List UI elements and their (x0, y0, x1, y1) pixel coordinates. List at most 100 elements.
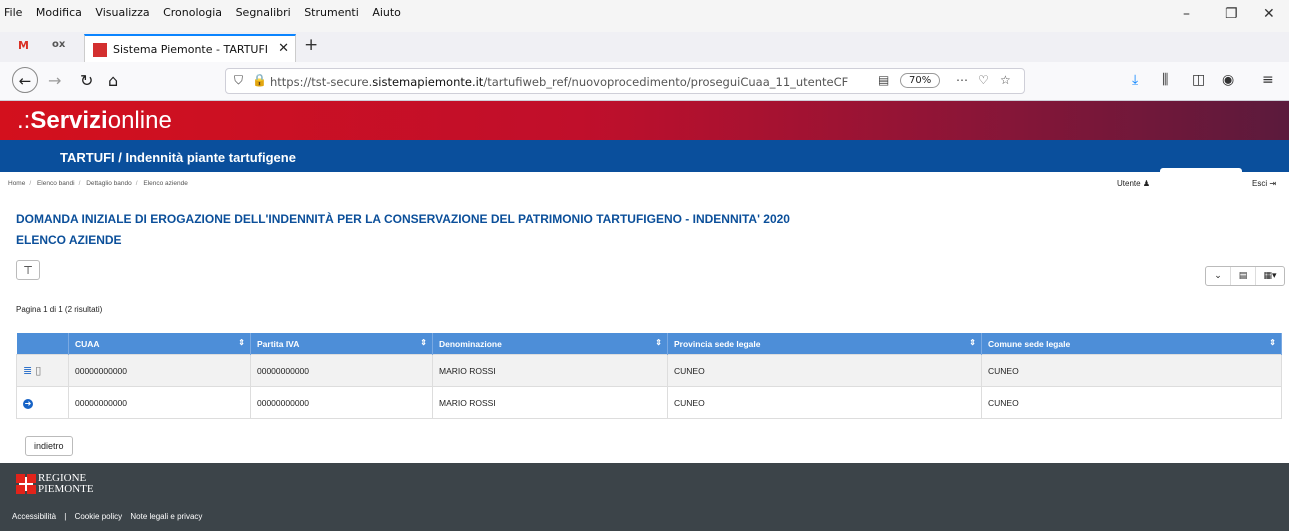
home-icon[interactable]: ⌂ (108, 71, 118, 90)
regione-piemonte-logo-icon[interactable] (16, 474, 36, 494)
servizi-online-logo[interactable]: .:Servizionline (17, 107, 172, 135)
menu-segnalibri[interactable]: Segnalibri (236, 6, 291, 19)
site-favicon-icon (93, 43, 107, 57)
close-window-icon[interactable]: ✕ (1263, 6, 1275, 22)
library-icon[interactable]: ⫼ (1162, 72, 1168, 88)
cell-comune: CUNEO (981, 386, 1282, 419)
reload-icon[interactable]: ↻ (80, 71, 93, 90)
page-subtitle: ELENCO AZIENDE (16, 233, 122, 247)
sidebar-icon[interactable]: ◫ (1192, 72, 1205, 88)
ox-pinned-tab[interactable]: ox (52, 39, 65, 50)
breadcrumb-elenco-bandi[interactable]: Elenco bandi (37, 180, 75, 187)
cell-cuaa: 00000000000 (68, 386, 251, 419)
breadcrumb-home[interactable]: Home (8, 180, 25, 187)
restore-icon[interactable]: ❐ (1225, 6, 1238, 22)
back-button[interactable]: indietro (25, 436, 73, 456)
aziende-table: CUAA ⇕ Partita IVA ⇕ Denominazione ⇕ Provin… (16, 333, 1282, 419)
cell-partita-iva: 00000000000 (250, 386, 433, 419)
logout-link[interactable]: Esci ⇥ (1252, 179, 1276, 188)
cell-cuaa: 00000000000 (68, 354, 251, 387)
menu-visualizza[interactable]: Visualizza (95, 6, 149, 19)
column-header-provincia[interactable]: Provincia sede legale ⇕ (667, 333, 982, 355)
tab-bar: M ox Sistema Piemonte - TARTUFI ✕ (0, 32, 1289, 63)
menu-file[interactable]: File (4, 6, 22, 19)
column-header-partita-iva[interactable]: Partita IVA ⇕ (250, 333, 433, 355)
tab-title: Sistema Piemonte - TARTUFI (113, 43, 269, 56)
row-actions: ➜ (16, 386, 69, 419)
tab-close-icon[interactable]: ✕ (278, 41, 289, 56)
pocket-icon[interactable]: ♡ (978, 73, 989, 87)
menu-items: File Modifica Visualizza Cronologia Segn… (4, 6, 411, 19)
list-view-icon[interactable]: ▤ (1231, 267, 1256, 285)
cell-provincia: CUNEO (667, 354, 982, 387)
link-note-legali[interactable]: Note legali e privacy (130, 512, 202, 521)
sort-icon[interactable]: ⇕ (969, 338, 976, 347)
cell-comune: CUNEO (981, 354, 1282, 387)
browser-menubar: File Modifica Visualizza Cronologia Segn… (0, 0, 1289, 32)
tab-active[interactable]: Sistema Piemonte - TARTUFI ✕ (84, 34, 296, 62)
zoom-level[interactable]: 70% (900, 73, 941, 88)
footer-separator: | (64, 512, 67, 521)
site-header: .:Servizionline (0, 101, 1289, 140)
back-arrow-icon[interactable]: ← (12, 67, 38, 93)
breadcrumb-dettaglio-bando[interactable]: Dettaglio bando (86, 180, 132, 187)
page-title: DOMANDA INIZIALE DI EROGAZIONE DELL'INDE… (16, 212, 790, 226)
url-text[interactable]: https://tst-secure.sistemapiemonte.it/ta… (270, 75, 850, 89)
more-actions-icon[interactable]: ⋯ (956, 73, 968, 87)
service-title: TARTUFI / Indennità piante tartufigene (60, 150, 296, 165)
bookmark-star-icon[interactable]: ☆ (1000, 73, 1011, 87)
document-icon[interactable]: ▯ (35, 364, 41, 377)
sort-icon[interactable]: ⇕ (420, 338, 427, 347)
link-accessibilita[interactable]: Accessibilità (12, 512, 56, 521)
toggle-chevron-icon[interactable]: ⌄ (1206, 267, 1231, 285)
table-tools: ⌄ ▤ ▦▾ (1205, 266, 1285, 286)
column-header-denominazione[interactable]: Denominazione ⇕ (432, 333, 668, 355)
user-label[interactable]: Utente ♟ (1117, 179, 1150, 188)
cell-denominazione: MARIO ROSSI (432, 354, 668, 387)
cell-denominazione: MARIO ROSSI (432, 386, 668, 419)
user-icon: ♟ (1142, 179, 1150, 188)
table-row: ➜ 00000000000 00000000000 MARIO ROSSI CU… (16, 386, 1282, 419)
menu-cronologia[interactable]: Cronologia (163, 6, 222, 19)
new-tab-icon[interactable]: + (304, 35, 318, 55)
forward-arrow-icon[interactable]: → (48, 71, 61, 90)
column-header-comune[interactable]: Comune sede legale ⇕ (981, 333, 1282, 355)
gmail-pinned-tab[interactable]: M (18, 39, 29, 52)
proceed-arrow-icon[interactable]: ➜ (23, 399, 33, 409)
account-icon[interactable]: ◉ (1222, 72, 1234, 88)
shield-icon[interactable]: ⛉ (234, 73, 243, 88)
regione-piemonte-text: REGIONE PIEMONTE (38, 472, 94, 495)
columns-icon[interactable]: ▦▾ (1256, 267, 1284, 285)
sort-icon[interactable]: ⇕ (1269, 338, 1276, 347)
pagination-info: Pagina 1 di 1 (2 risultati) (16, 305, 103, 314)
menu-modifica[interactable]: Modifica (36, 6, 82, 19)
table-header-row: CUAA ⇕ Partita IVA ⇕ Denominazione ⇕ Provin… (16, 333, 1282, 355)
downloads-icon[interactable]: ⤓ (1132, 72, 1138, 88)
table-row: ≣ ▯ 00000000000 00000000000 MARIO ROSSI C… (16, 354, 1282, 387)
sort-icon[interactable]: ⇕ (238, 338, 245, 347)
menu-aiuto[interactable]: Aiuto (372, 6, 401, 19)
row-actions: ≣ ▯ (16, 354, 69, 387)
link-cookie-policy[interactable]: Cookie policy (75, 512, 123, 521)
actions-header (16, 333, 69, 355)
filter-button[interactable]: ⊤ (16, 260, 40, 280)
menu-strumenti[interactable]: Strumenti (304, 6, 359, 19)
breadcrumb: Home / Elenco bandi / Dettaglio bando / Ele… (8, 180, 188, 187)
lock-icon[interactable]: 🔒 (252, 73, 267, 87)
detail-list-icon[interactable]: ≣ (23, 364, 32, 377)
address-bar[interactable]: ⛉ 🔒 https://tst-secure.sistemapiemonte.i… (225, 68, 1025, 94)
nav-bar: ← → ↻ ⌂ ⛉ 🔒 https://tst-secure.sistemapi… (0, 62, 1289, 101)
logout-icon: ⇥ (1269, 179, 1277, 188)
sort-icon[interactable]: ⇕ (655, 338, 662, 347)
hamburger-menu-icon[interactable]: ≡ (1262, 72, 1274, 88)
cell-provincia: CUNEO (667, 386, 982, 419)
minimize-icon[interactable]: – (1183, 6, 1190, 22)
column-header-cuaa[interactable]: CUAA ⇕ (68, 333, 251, 355)
service-bar: TARTUFI / Indennità piante tartufigene (0, 140, 1289, 172)
reader-view-icon[interactable]: ▤ (878, 73, 889, 87)
cell-partita-iva: 00000000000 (250, 354, 433, 387)
redacted-user-box (1160, 168, 1242, 180)
filter-icon: ⊤ (23, 265, 33, 277)
footer: REGIONE PIEMONTE Accessibilità | Cookie … (0, 463, 1289, 531)
breadcrumb-elenco-aziende: Elenco aziende (143, 180, 188, 187)
